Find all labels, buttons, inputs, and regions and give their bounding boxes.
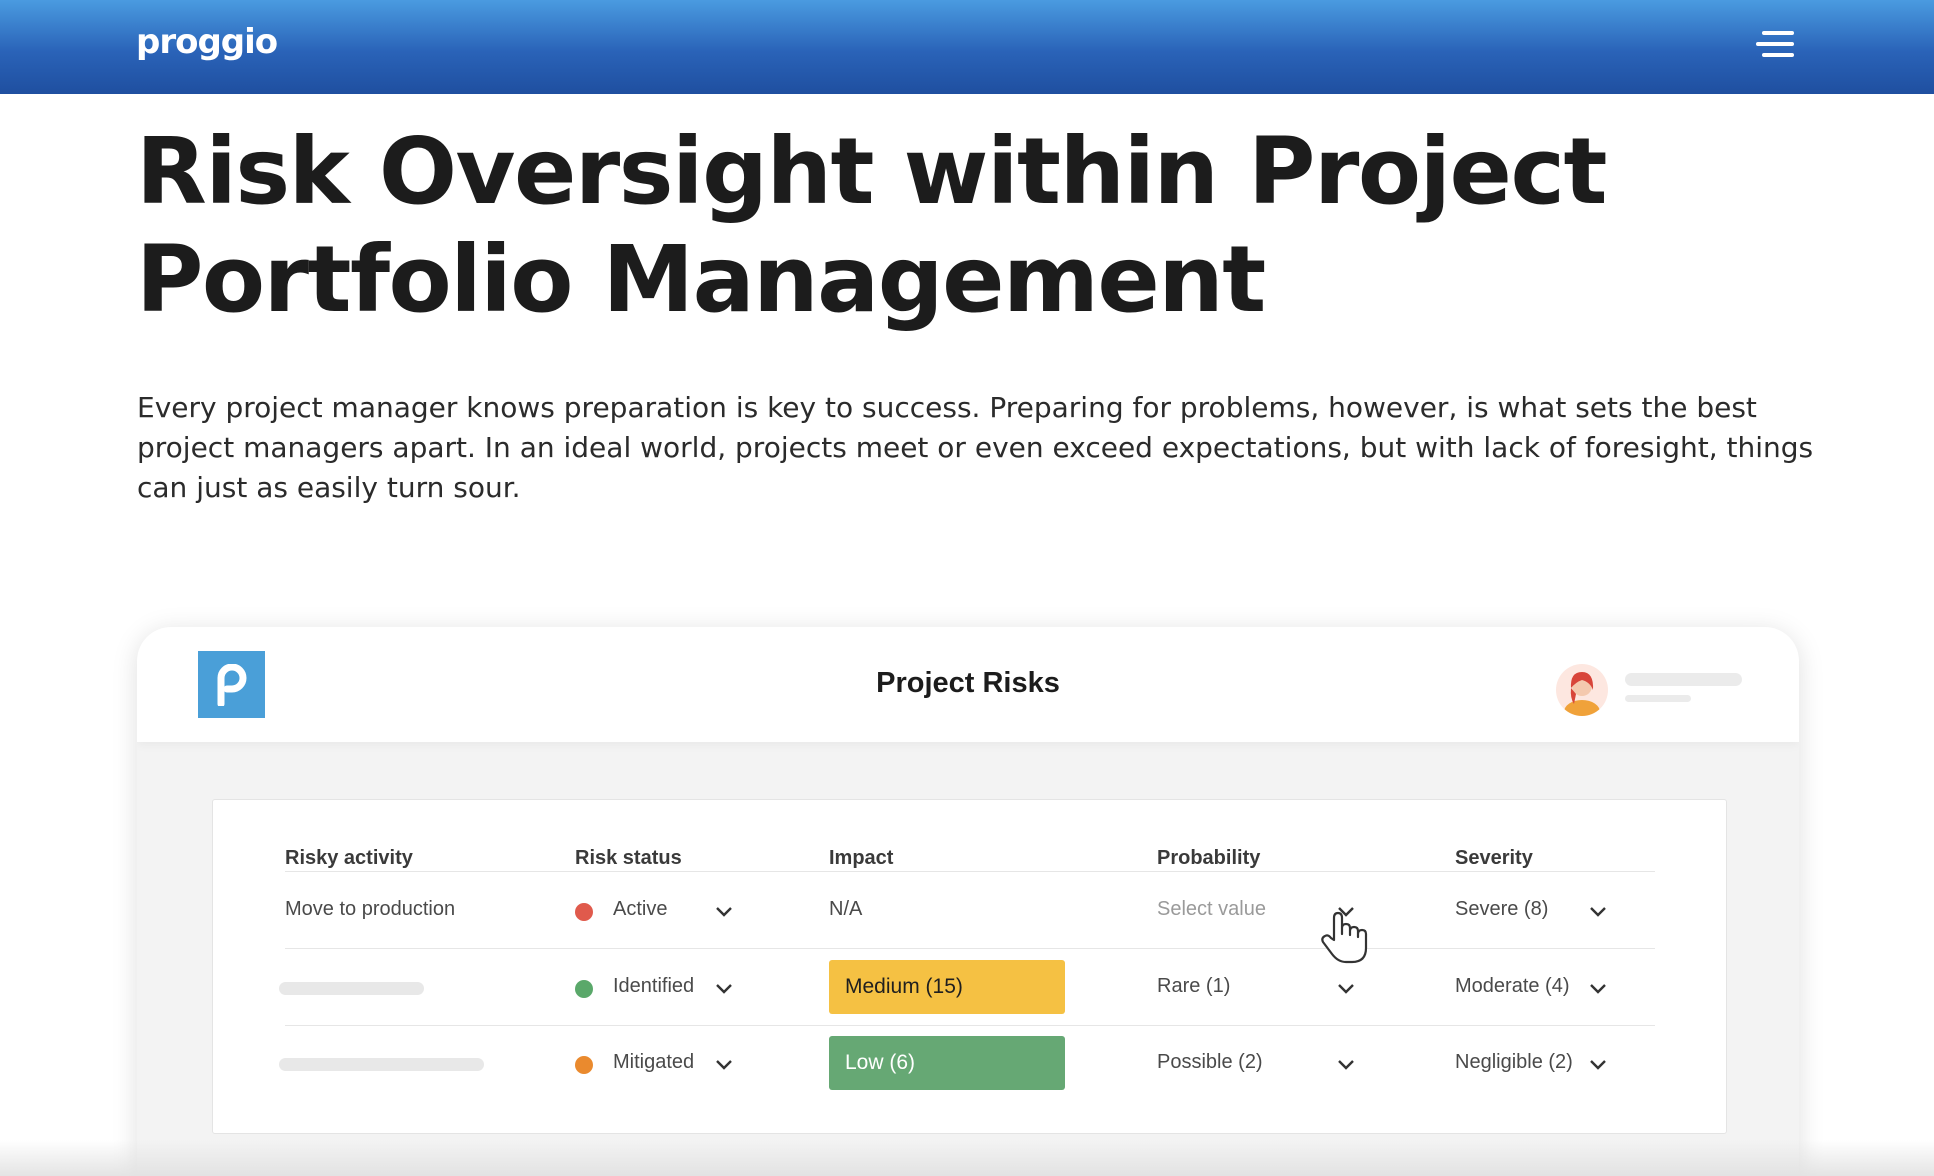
activity-placeholder [279,1058,484,1071]
activity-cell[interactable]: Move to production [285,898,455,921]
severity-value: Negligible (2) [1455,1051,1573,1073]
status-dot-mitigated [575,1056,593,1074]
status-value: Active [613,898,668,920]
column-header-probability: Probability [1157,847,1261,869]
chevron-down-icon[interactable] [1589,906,1607,918]
severity-value: Moderate (4) [1455,975,1570,997]
probability-value: Rare (1) [1157,975,1231,997]
intro-paragraph: Every project manager knows preparation … [137,391,1814,504]
severity-value: Severe (8) [1455,898,1549,920]
user-role-placeholder [1625,695,1691,702]
activity-placeholder [279,982,424,995]
status-dot-active [575,903,593,921]
chevron-down-icon[interactable] [715,983,733,995]
column-header-status: Risk status [575,847,682,869]
project-risks-app-window: Project Risks Risky activity Risk status… [137,627,1799,1176]
chevron-down-icon[interactable] [1589,983,1607,995]
row-divider [285,948,1655,949]
chevron-down-icon[interactable] [1337,1059,1355,1071]
status-value: Mitigated [613,1051,695,1073]
chevron-down-icon[interactable] [715,1059,733,1071]
chevron-down-icon[interactable] [715,906,733,918]
probability-value: Possible (2) [1157,1051,1263,1073]
impact-badge-medium[interactable]: Medium (15) [829,960,1065,1014]
column-header-impact: Impact [829,847,894,869]
risk-table: Risky activity Risk status Impact Probab… [212,799,1727,1134]
user-avatar[interactable] [1556,664,1608,716]
header-divider [285,871,1655,872]
impact-badge-low[interactable]: Low (6) [829,1036,1065,1090]
status-dot-identified [575,980,593,998]
impact-value: N/A [829,898,863,920]
column-header-activity: Risky activity [285,847,413,869]
row-divider [285,1025,1655,1026]
bottom-fade [0,1140,1934,1176]
chevron-down-icon[interactable] [1337,983,1355,995]
column-header-severity: Severity [1455,847,1533,869]
app-header: Project Risks [137,627,1799,742]
page-title: Risk Oversight within Project Portfolio … [136,118,1607,333]
top-navigation-bar: proggio [0,0,1934,94]
hand-pointer-cursor-icon [1321,911,1368,964]
proggio-logo[interactable]: proggio [136,22,278,62]
chevron-down-icon[interactable] [1589,1059,1607,1071]
status-value: Identified [613,975,695,997]
probability-select-placeholder[interactable]: Select value [1157,898,1266,921]
user-name-placeholder [1625,673,1742,686]
hamburger-menu-icon[interactable] [1756,28,1800,62]
app-title: Project Risks [876,667,1060,699]
